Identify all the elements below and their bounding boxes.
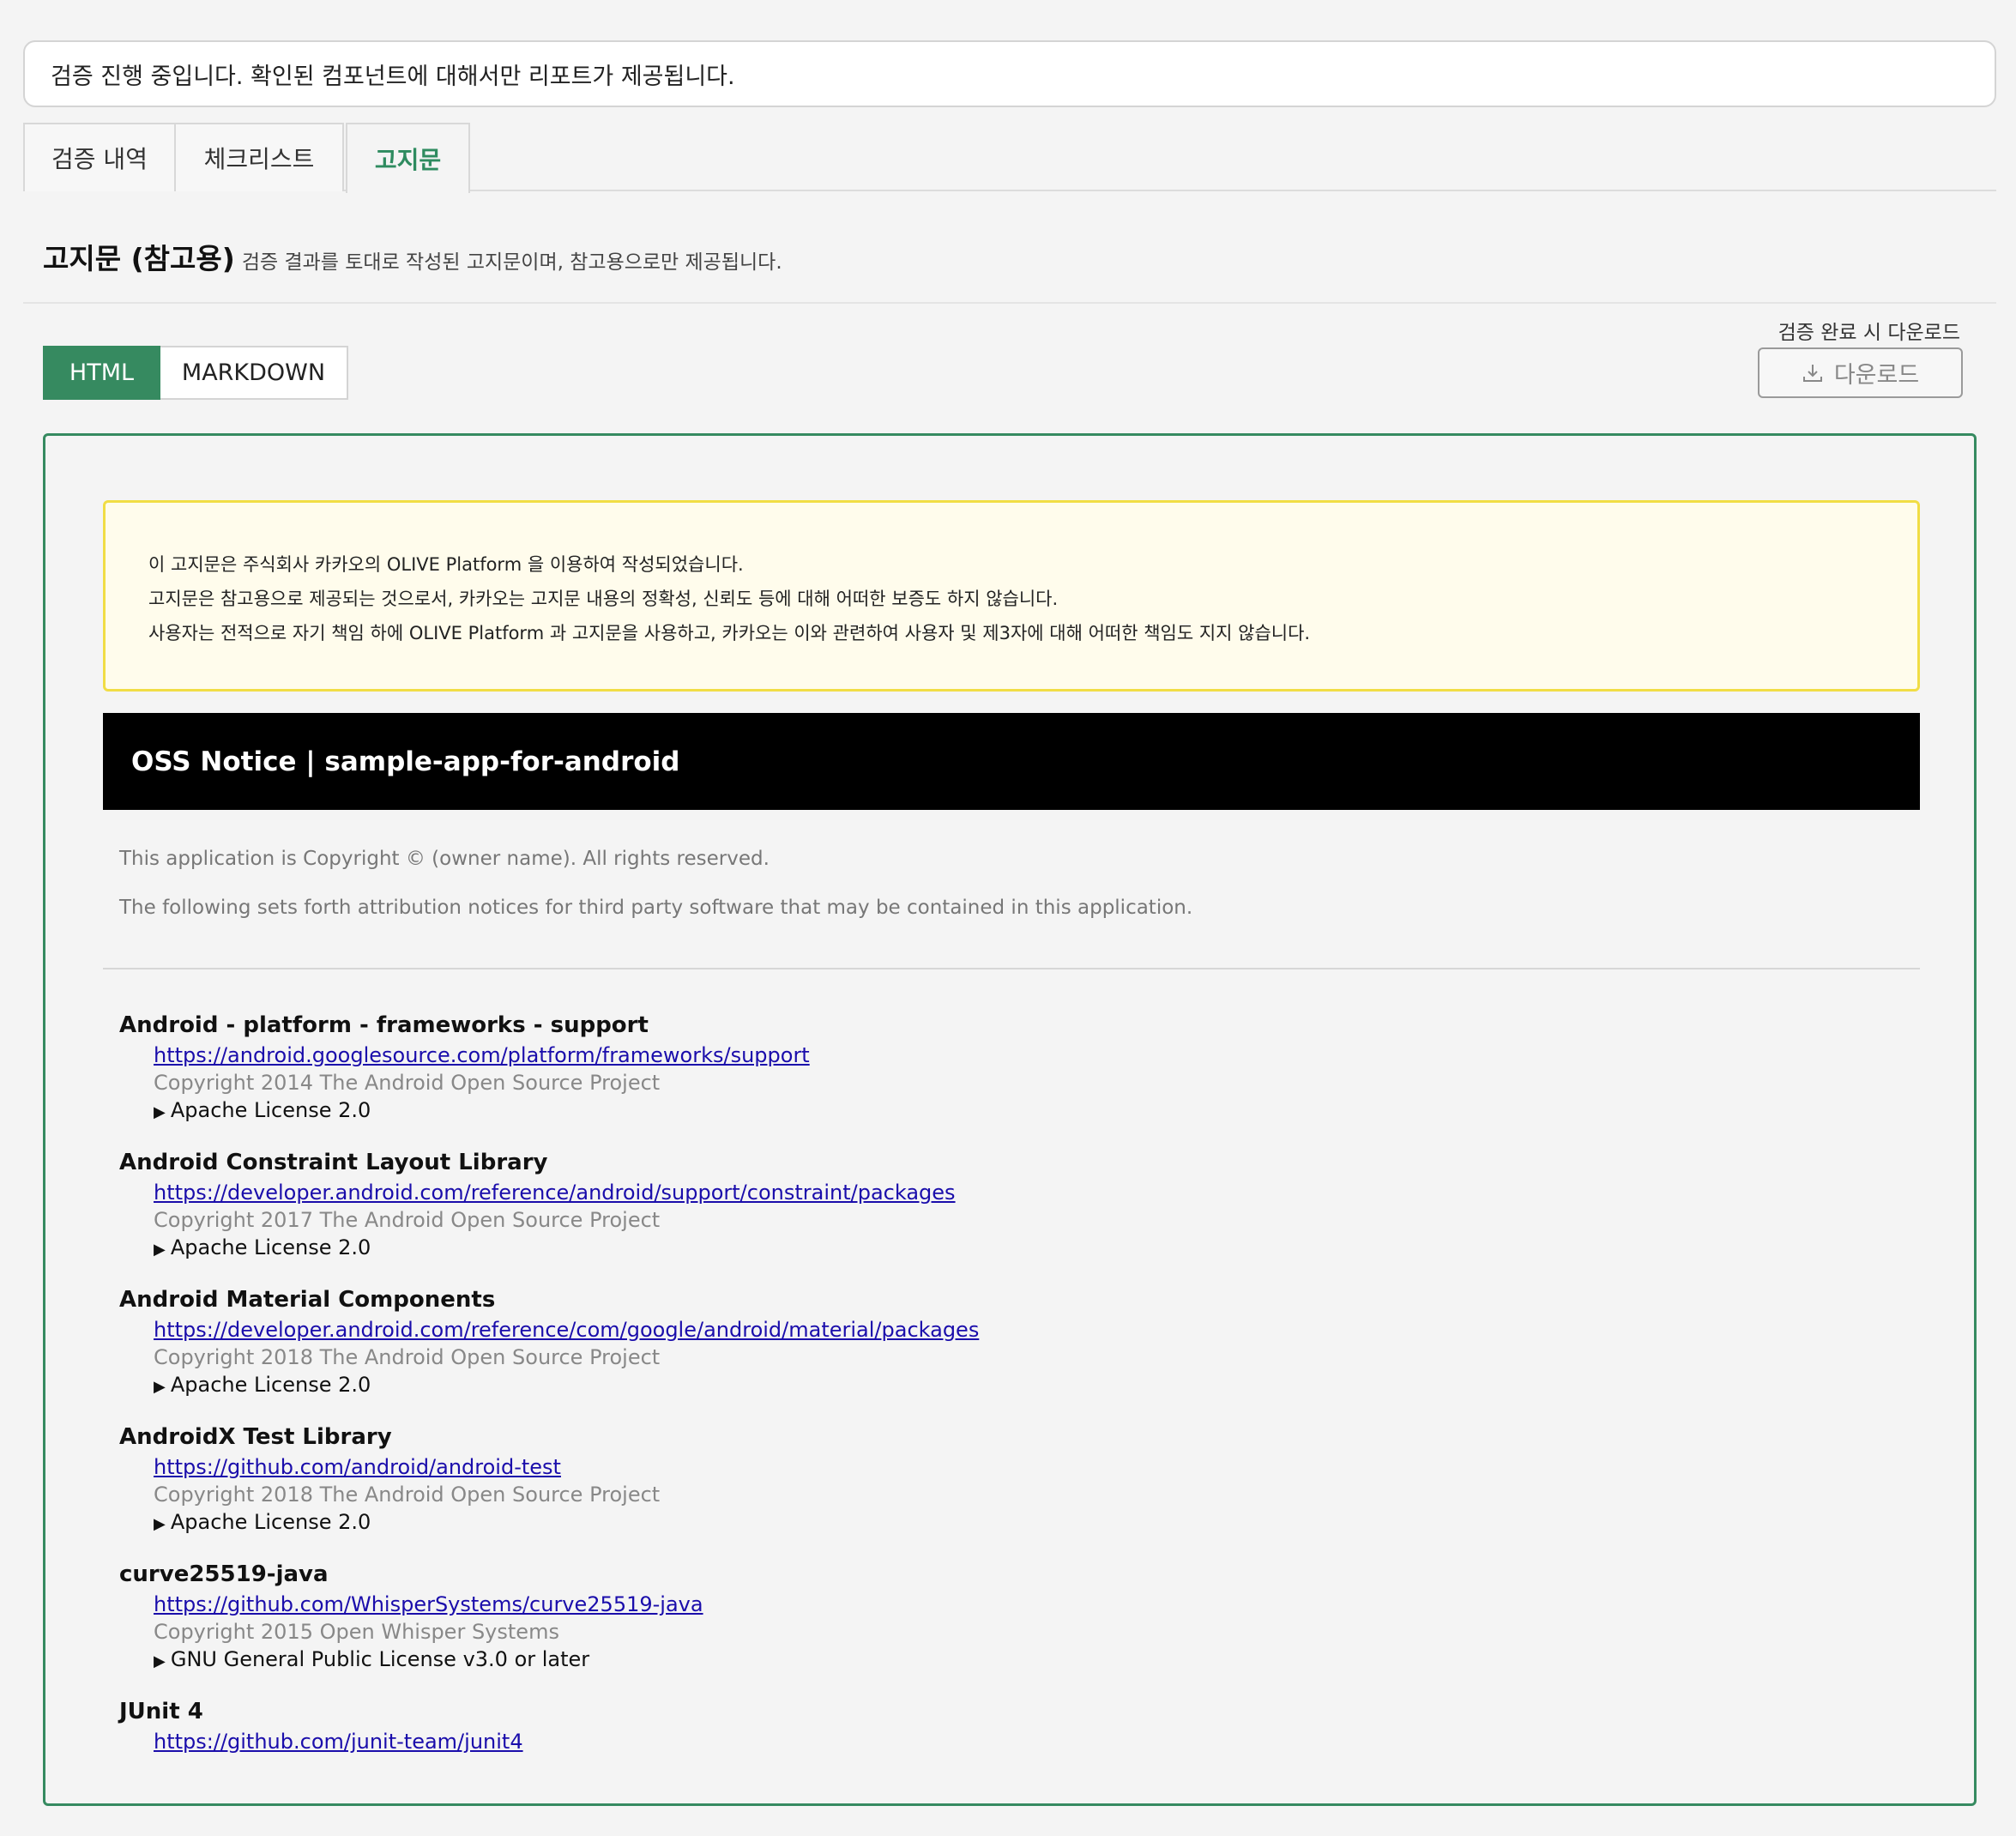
license-name: Apache License 2.0 bbox=[170, 1098, 371, 1122]
license-name: GNU General Public License v3.0 or later bbox=[170, 1647, 590, 1671]
tab-notice[interactable]: 고지문 bbox=[346, 123, 470, 193]
notice-preview: 이 고지문은 주식회사 카카오의 OLIVE Platform 을 이용하여 작… bbox=[43, 433, 1977, 1806]
status-banner: 검증 진행 중입니다. 확인된 컴포넌트에 대해서만 리포트가 제공됩니다. bbox=[23, 40, 1996, 107]
download-icon bbox=[1802, 364, 1822, 382]
download-hint: 검증 완료 시 다운로드 bbox=[1778, 322, 1960, 344]
disclaimer-line: 이 고지문은 주식회사 카카오의 OLIVE Platform 을 이용하여 작… bbox=[148, 554, 744, 575]
component-item: Android Material Components https://deve… bbox=[119, 1287, 1835, 1424]
section-header: 고지문 (참고용) 검증 결과를 토대로 작성된 고지문이며, 참고용으로만 제… bbox=[43, 236, 782, 277]
expand-triangle-icon: ▶ bbox=[154, 1378, 166, 1396]
tab-history[interactable]: 검증 내역 bbox=[23, 123, 176, 191]
component-copyright: Copyright 2015 Open Whisper Systems bbox=[154, 1620, 559, 1644]
expand-triangle-icon: ▶ bbox=[154, 1652, 166, 1670]
format-toggle: HTML MARKDOWN bbox=[43, 346, 348, 400]
component-url-link[interactable]: https://android.googlesource.com/platfor… bbox=[154, 1043, 810, 1067]
markdown-format-button[interactable]: MARKDOWN bbox=[160, 346, 348, 400]
section-divider bbox=[23, 302, 1996, 304]
divider bbox=[103, 968, 1920, 969]
component-item: JUnit 4 https://github.com/junit-team/ju… bbox=[119, 1699, 1835, 1836]
component-item: Android Constraint Layout Library https:… bbox=[119, 1150, 1835, 1287]
download-button[interactable]: 다운로드 bbox=[1758, 347, 1963, 398]
license-toggle[interactable]: ▶ Apache License 2.0 bbox=[154, 1235, 371, 1259]
attribution-statement: The following sets forth attribution not… bbox=[119, 897, 1193, 919]
component-item: Android - platform - frameworks - suppor… bbox=[119, 1012, 1835, 1150]
license-name: Apache License 2.0 bbox=[170, 1510, 371, 1534]
html-format-button[interactable]: HTML bbox=[43, 346, 160, 400]
component-name: Android Constraint Layout Library bbox=[119, 1150, 548, 1175]
tab-checklist[interactable]: 체크리스트 bbox=[176, 123, 344, 191]
section-subtitle: 검증 결과를 토대로 작성된 고지문이며, 참고용으로만 제공됩니다. bbox=[241, 251, 782, 274]
component-url-link[interactable]: https://developer.android.com/reference/… bbox=[154, 1318, 979, 1342]
component-name: curve25519-java bbox=[119, 1561, 329, 1587]
disclaimer-box: 이 고지문은 주식회사 카카오의 OLIVE Platform 을 이용하여 작… bbox=[103, 500, 1920, 692]
component-url-link[interactable]: https://developer.android.com/reference/… bbox=[154, 1181, 956, 1205]
component-url-link[interactable]: https://github.com/android/android-test bbox=[154, 1455, 561, 1479]
component-copyright: Copyright 2018 The Android Open Source P… bbox=[154, 1483, 661, 1507]
license-name: Apache License 2.0 bbox=[170, 1373, 371, 1397]
tab-bar: 검증 내역 체크리스트 고지문 bbox=[23, 123, 1996, 193]
component-item: AndroidX Test Library https://github.com… bbox=[119, 1424, 1835, 1561]
download-label: 다운로드 bbox=[1833, 362, 1920, 389]
component-name: AndroidX Test Library bbox=[119, 1424, 392, 1450]
component-name: JUnit 4 bbox=[119, 1699, 203, 1724]
component-list: Android - platform - frameworks - suppor… bbox=[119, 1012, 1835, 1836]
license-toggle[interactable]: ▶ Apache License 2.0 bbox=[154, 1373, 371, 1397]
status-message: 검증 진행 중입니다. 확인된 컴포넌트에 대해서만 리포트가 제공됩니다. bbox=[51, 63, 735, 90]
copyright-statement: This application is Copyright © (owner n… bbox=[119, 848, 770, 870]
expand-triangle-icon: ▶ bbox=[154, 1103, 166, 1121]
component-copyright: Copyright 2018 The Android Open Source P… bbox=[154, 1345, 661, 1369]
component-url-link[interactable]: https://github.com/junit-team/junit4 bbox=[154, 1730, 523, 1754]
license-toggle[interactable]: ▶ GNU General Public License v3.0 or late… bbox=[154, 1647, 589, 1671]
expand-triangle-icon: ▶ bbox=[154, 1515, 166, 1533]
disclaimer-line: 사용자는 전적으로 자기 책임 하에 OLIVE Platform 과 고지문을… bbox=[148, 623, 1311, 643]
oss-notice-title: OSS Notice | sample-app-for-android bbox=[103, 713, 1920, 810]
component-item: curve25519-java https://github.com/Whisp… bbox=[119, 1561, 1835, 1699]
component-name: Android Material Components bbox=[119, 1287, 496, 1313]
component-copyright: Copyright 2014 The Android Open Source P… bbox=[154, 1071, 661, 1095]
section-title: 고지문 (참고용) bbox=[43, 242, 235, 275]
license-name: Apache License 2.0 bbox=[170, 1235, 371, 1259]
license-toggle[interactable]: ▶ Apache License 2.0 bbox=[154, 1098, 371, 1122]
disclaimer-line: 고지문은 참고용으로 제공되는 것으로서, 카카오는 고지문 내용의 정확성, … bbox=[148, 589, 1059, 609]
component-copyright: Copyright 2017 The Android Open Source P… bbox=[154, 1208, 661, 1232]
component-name: Android - platform - frameworks - suppor… bbox=[119, 1012, 649, 1038]
license-toggle[interactable]: ▶ Apache License 2.0 bbox=[154, 1510, 371, 1534]
component-url-link[interactable]: https://github.com/WhisperSystems/curve2… bbox=[154, 1592, 703, 1616]
expand-triangle-icon: ▶ bbox=[154, 1241, 166, 1259]
